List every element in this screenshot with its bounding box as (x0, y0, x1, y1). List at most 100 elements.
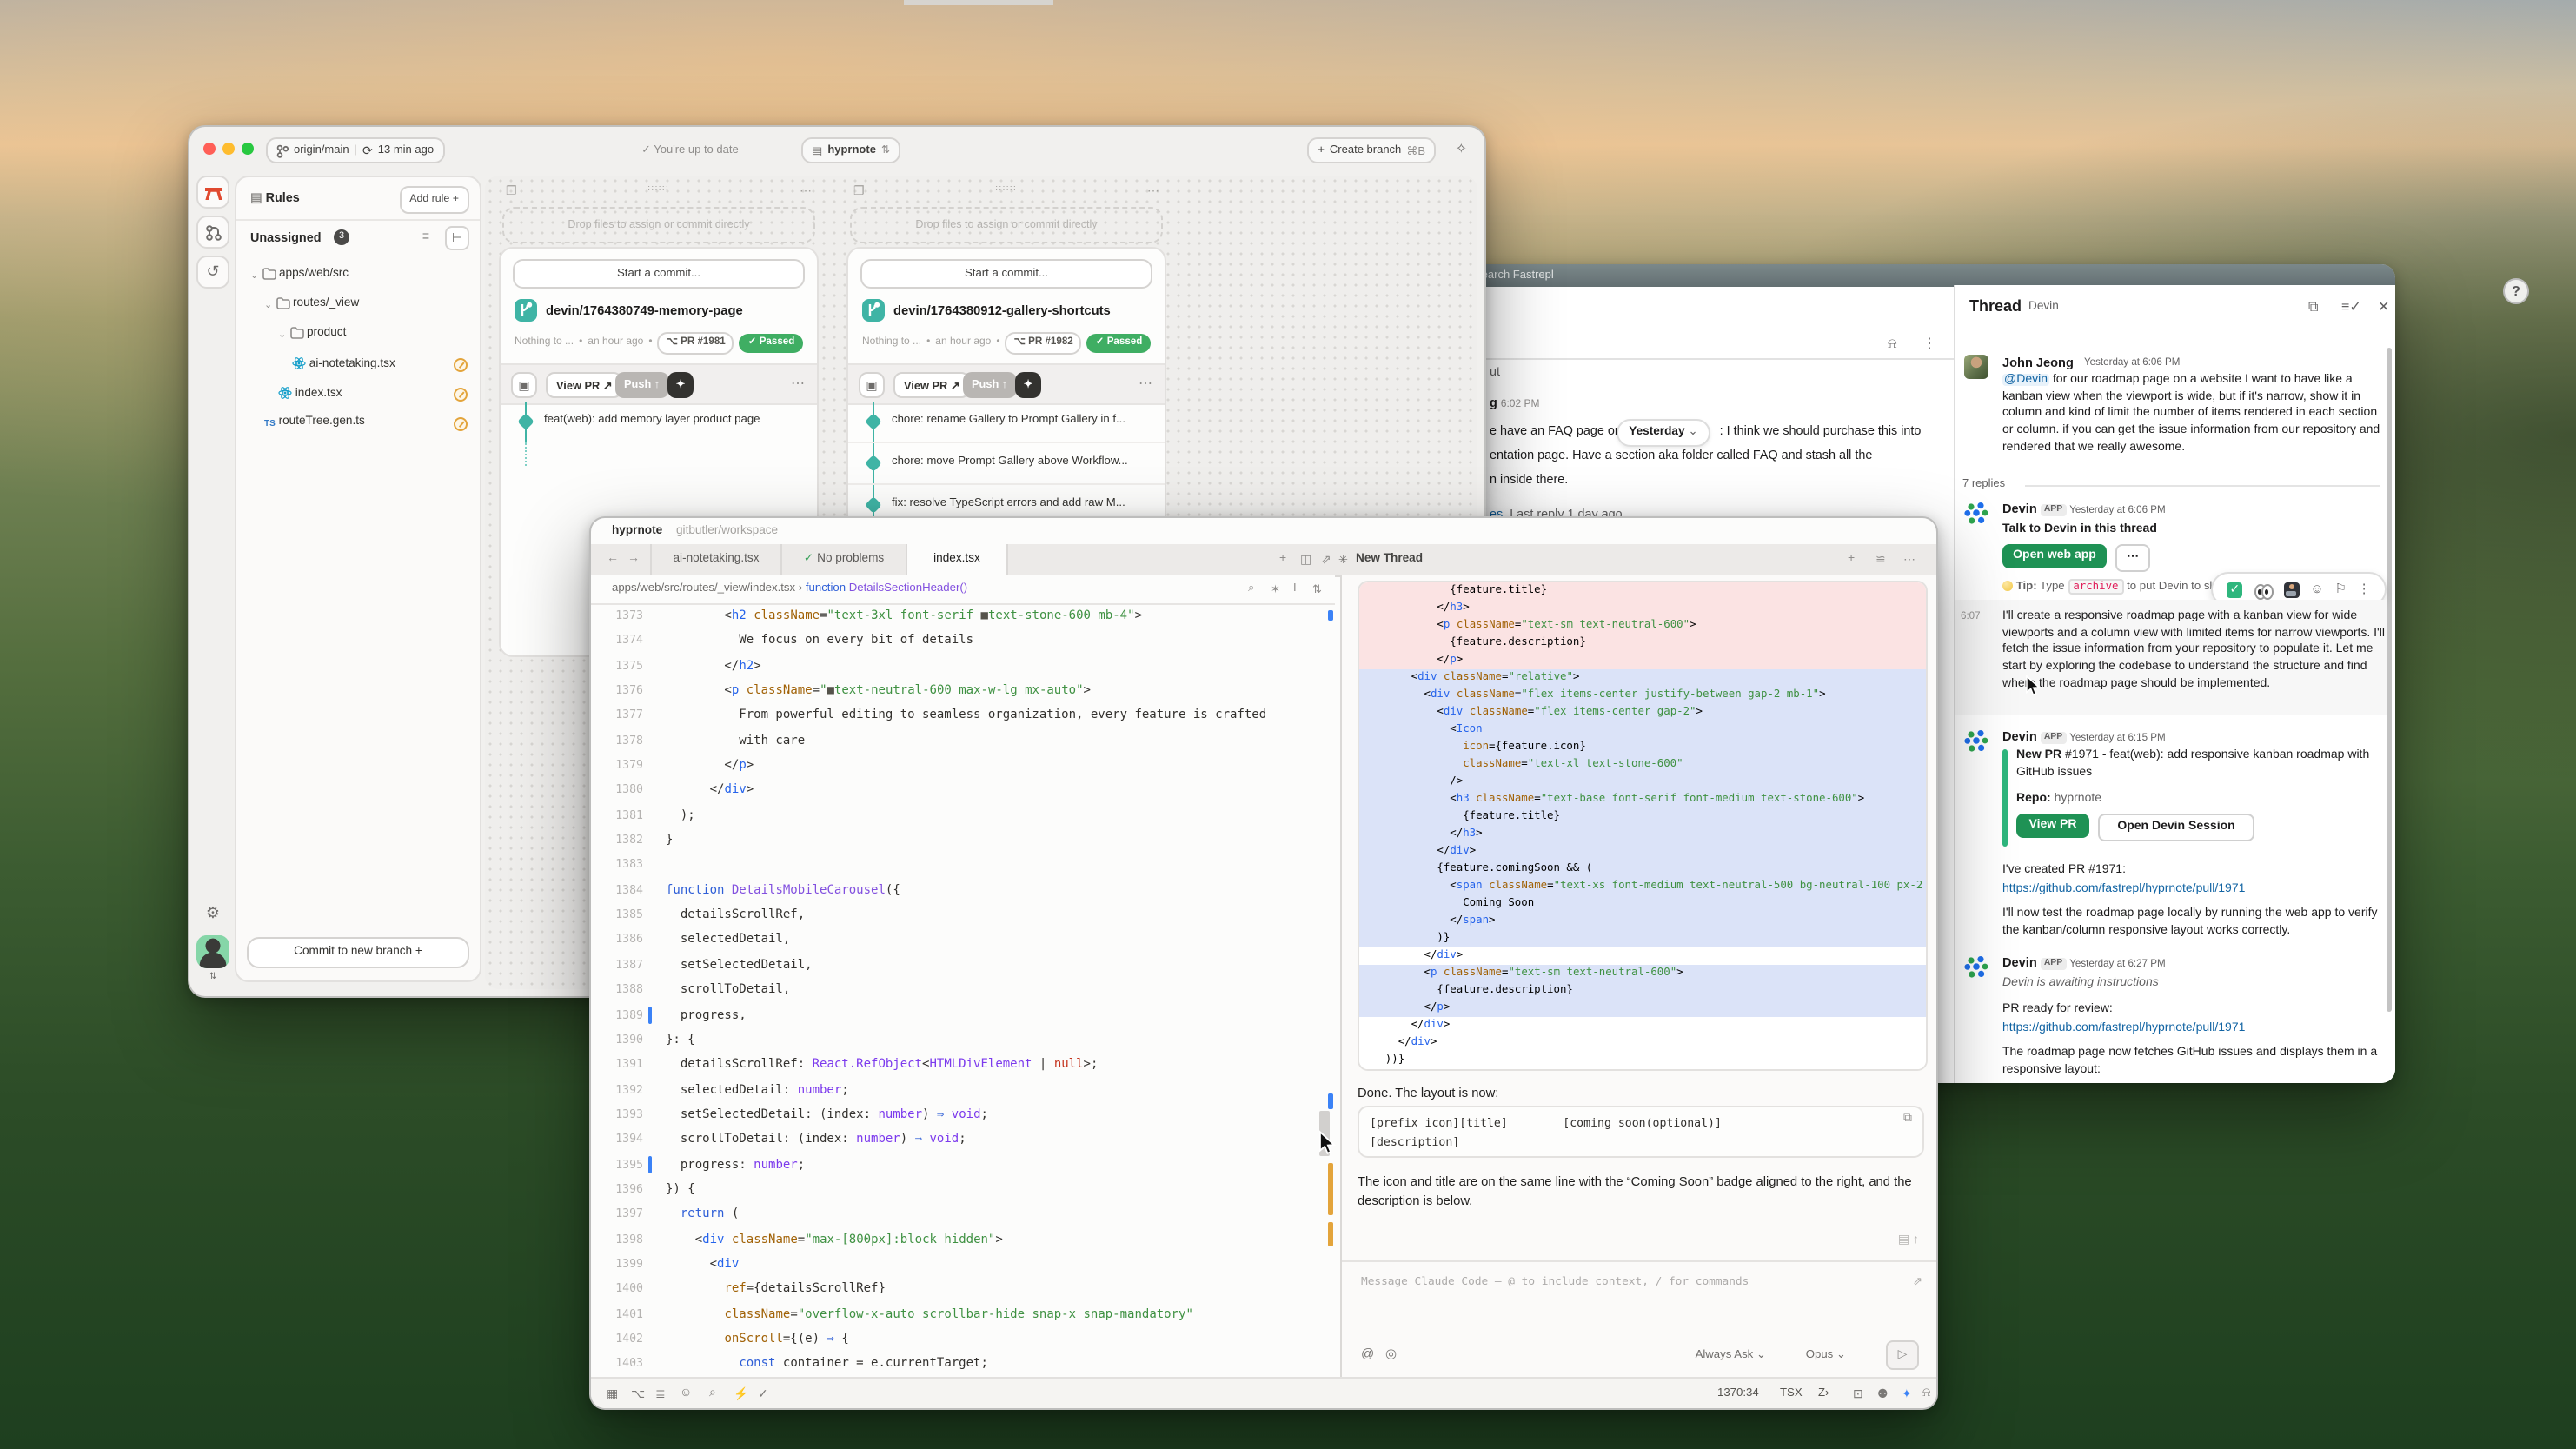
code-line[interactable]: 1388 scrollToDetail, (591, 977, 1335, 1002)
magic-icon[interactable]: ✶ (1271, 582, 1280, 596)
model-dropdown[interactable]: Opus ⌄ (1806, 1347, 1846, 1361)
actions-sparkle-icon[interactable]: ✧ (1456, 141, 1467, 156)
bell-icon[interactable]: ⍾ (1888, 336, 1897, 353)
user-avatar[interactable] (196, 935, 229, 968)
mail-icon[interactable]: ✉ (196, 996, 229, 998)
view-pr-button[interactable]: View PR ↗ (546, 371, 623, 397)
code-line[interactable]: 1397 return ( (591, 1202, 1335, 1227)
tree-item-product[interactable]: ⌄ product (236, 320, 480, 349)
drop-zone[interactable]: Drop files to assign or commit directly (502, 207, 815, 243)
debug-icon[interactable]: ⚉ (1877, 1386, 1889, 1400)
code-line[interactable]: 1380 </div> (591, 778, 1335, 803)
push-button[interactable]: Push ↑ (615, 371, 668, 397)
code-line[interactable]: 1377 From powerful editing to seamless o… (591, 703, 1335, 728)
code-line[interactable]: 1402 onScroll={(e) ⇒ { (591, 1326, 1335, 1352)
window-zoom-button[interactable] (242, 143, 254, 155)
diagnostics-ok-icon[interactable]: ✓ (758, 1386, 768, 1400)
bookmark-icon[interactable]: ⚐ (2334, 583, 2346, 596)
assistant-new-thread-icon[interactable]: + (1848, 553, 1855, 565)
ai-sparkle-button[interactable]: ✦ (667, 371, 694, 397)
search-icon[interactable]: ⌕ (1248, 582, 1254, 596)
tab-index-tsx[interactable]: index.tsx (907, 544, 1008, 575)
mention[interactable]: @Devin (2002, 374, 2049, 386)
branches-tab-button[interactable] (196, 216, 229, 249)
tree-item-ai-notetaking-tsx[interactable]: ai-notetaking.tsx (236, 349, 480, 379)
code-line[interactable]: 1393 setSelectedDetail: (index: number) … (591, 1102, 1335, 1127)
assistant-input[interactable]: Message Claude Code — @ to include conte… (1361, 1274, 1919, 1288)
help-button[interactable]: ? (2503, 278, 2529, 304)
commit-row[interactable]: chore: move Prompt Gallery above Workflo… (848, 442, 1165, 483)
drop-zone[interactable]: Drop files to assign or commit directly (850, 207, 1163, 243)
technologist-reaction-icon[interactable] (2284, 582, 2300, 597)
view-pr-button[interactable]: View PR (2016, 814, 2089, 838)
toggle-diff-icon[interactable]: ⇅ (1312, 582, 1322, 596)
branch-more-icon[interactable]: ⋯ (1139, 376, 1152, 391)
devin-avatar[interactable] (1964, 501, 1988, 525)
channel-tab-fragment[interactable]: ut (1490, 363, 1500, 379)
message-timestamp[interactable]: 6:07 (1961, 612, 1981, 622)
message-more-button[interactable]: ⋯ (2115, 544, 2150, 572)
editor-breadcrumb[interactable]: apps/web/src/routes/_view/index.tsx › fu… (591, 575, 1335, 605)
more-vertical-icon[interactable]: ⋮ (1922, 336, 1936, 351)
ai-sparkle-icon[interactable]: ✦ (1902, 1386, 1912, 1400)
project-panel-icon[interactable]: ▦ (607, 1386, 618, 1400)
code-line[interactable]: 1395 progress: number; (591, 1152, 1335, 1177)
code-line[interactable]: 1401 className="overflow-x-auto scrollba… (591, 1301, 1335, 1326)
open-devin-session-button[interactable]: Open Devin Session (2098, 814, 2254, 841)
new-tab-icon[interactable]: + (1279, 553, 1286, 565)
ci-status-badge[interactable]: ✓ Passed (740, 333, 804, 352)
create-branch-button[interactable]: +Create branch⌘B (1307, 137, 1436, 163)
devin-avatar[interactable] (1964, 728, 1988, 753)
mention-context-icon[interactable]: @ (1361, 1346, 1374, 1361)
tree-item-apps-web-src[interactable]: ⌄ apps/web/src (236, 261, 480, 290)
git-panel-icon[interactable]: ⌥ (631, 1386, 645, 1400)
outline-panel-icon[interactable]: ≣ (655, 1386, 666, 1400)
markdown-icon[interactable]: ▤ (1898, 1234, 1909, 1246)
add-reaction-icon[interactable]: ☺ (2310, 583, 2323, 596)
avatar[interactable] (1964, 355, 1988, 379)
open-web-app-button[interactable]: Open web app (2002, 544, 2107, 568)
lane-more-icon[interactable]: ⋯ (800, 184, 812, 198)
message-author[interactable]: Devin APP Yesterday at 6:27 PM (2002, 954, 2166, 970)
terminal-icon[interactable]: ⊡ (1853, 1386, 1863, 1400)
lane-header[interactable]: ❐∷∷∷⋯ (846, 179, 1166, 203)
pr-badge[interactable]: ⌥ PR #1982 (1006, 331, 1082, 354)
project-switcher[interactable]: ▤ hyprnote ⇅ (801, 137, 900, 163)
pr-link[interactable]: https://github.com/fastrepl/hyprnote/pul… (2002, 1020, 2390, 1037)
ai-sparkle-button[interactable]: ✦ (1015, 371, 1041, 397)
diff-block[interactable]: {feature.title} </h3> <p className="text… (1358, 581, 1928, 1071)
editor-project-label[interactable]: hyprnote (612, 525, 662, 537)
tree-view-toggle[interactable]: ⊢ (445, 226, 469, 250)
history-tab-button[interactable]: ↺ (196, 256, 229, 289)
more-vertical-icon[interactable]: ⋮ (2358, 583, 2371, 596)
settings-gear-icon[interactable]: ⚙ (196, 897, 229, 930)
editor-workspace-label[interactable]: gitbutler/workspace (676, 525, 778, 537)
code-line[interactable]: 1392 selectedDetail: number; (591, 1077, 1335, 1102)
code-line[interactable]: 1403 const container = e.currentTarget; (591, 1352, 1335, 1377)
split-pane-icon[interactable]: ◫ (1300, 553, 1311, 567)
editor-scrollbar[interactable] (1316, 603, 1335, 1379)
code-line[interactable]: 1374 We focus on every bit of details (591, 628, 1335, 654)
code-editor[interactable]: 1373 <h2 className="text-3xl font-serif … (591, 603, 1335, 1379)
workspace-tab-button[interactable] (196, 176, 229, 209)
lane-more-icon[interactable]: ⋯ (1147, 184, 1159, 198)
push-button[interactable]: Push ↑ (963, 371, 1016, 397)
start-commit-button[interactable]: Start a commit... (513, 259, 805, 289)
message-author[interactable]: Devin APP Yesterday at 6:15 PM (2002, 728, 2166, 744)
thread-options-icon[interactable]: ≡✓ (2341, 299, 2361, 315)
branch-more-icon[interactable]: ⋯ (791, 376, 805, 391)
view-pr-button[interactable]: View PR ↗ (893, 371, 971, 397)
permission-mode-dropdown[interactable]: Always Ask ⌄ (1696, 1347, 1766, 1361)
commit-to-new-branch-button[interactable]: Commit to new branch + (247, 937, 469, 968)
code-line[interactable]: 1391 detailsScrollRef: React.RefObject<H… (591, 1052, 1335, 1077)
code-line[interactable]: 1375 </h2> (591, 653, 1335, 678)
message-author[interactable]: John Jeong (2002, 355, 2074, 370)
tab-ai-notetaking[interactable]: ai-notetaking.tsx (650, 544, 782, 575)
devin-avatar[interactable] (1964, 954, 1988, 979)
collab-panel-icon[interactable]: ☺ (680, 1386, 692, 1399)
pr-link[interactable]: https://github.com/fastrepl/hyprnote/pul… (2002, 881, 2390, 898)
pr-attachment-title[interactable]: New PR #1971 - feat(web): add responsive… (2016, 748, 2388, 782)
panel-icon[interactable]: ▣ (859, 371, 885, 397)
code-line[interactable]: 1385 detailsScrollRef, (591, 902, 1335, 927)
zed-copilot-label[interactable]: Z› (1818, 1387, 1829, 1399)
